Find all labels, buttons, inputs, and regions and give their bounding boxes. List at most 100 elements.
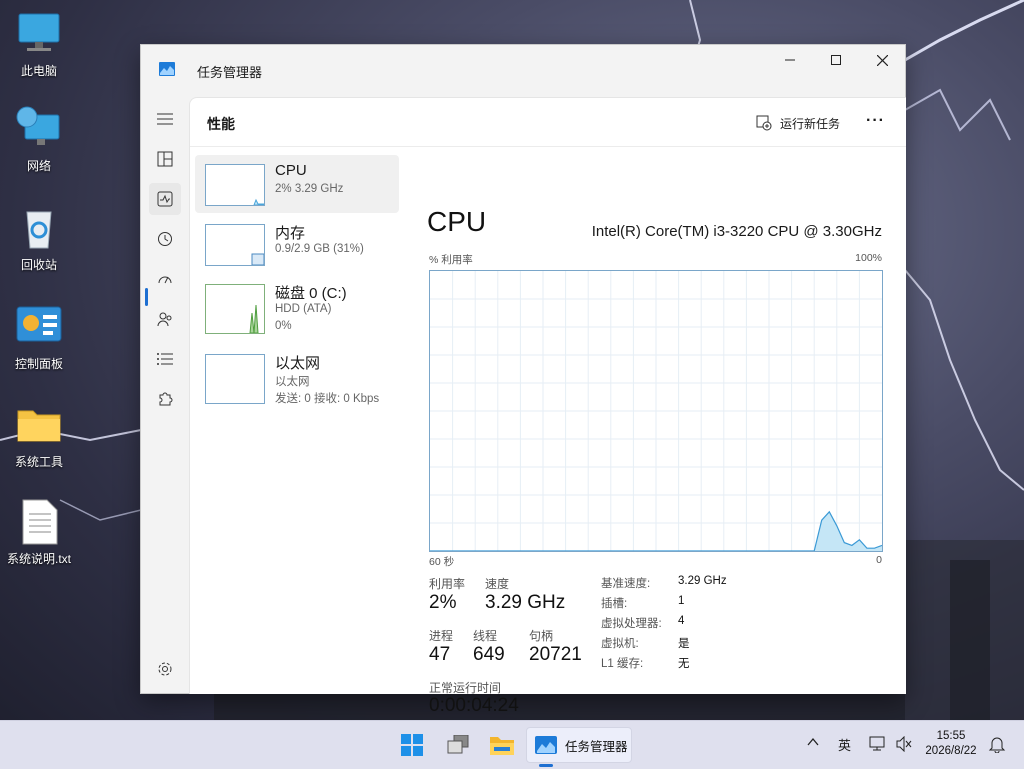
nav-processes[interactable] (149, 143, 181, 175)
desktop-icon-label: 系统工具 (14, 455, 63, 469)
l1-cache-key: L1 缓存: (601, 658, 644, 670)
x-axis-right-label: 0 (876, 554, 882, 566)
base-speed-value: 3.29 GHz (678, 575, 727, 587)
perf-item-name: 以太网 (275, 355, 321, 372)
desktop-icon-control-panel[interactable]: 控制面板 (0, 303, 78, 372)
nav-rail (141, 93, 189, 693)
taskbar: 任务管理器 英 15:55 2026/8/22 (0, 720, 1024, 769)
perf-item-name: 磁盘 0 (C:) (275, 285, 347, 302)
desktop-icon-network[interactable]: 网络 (0, 105, 78, 174)
active-app-indicator (539, 764, 553, 767)
x-axis-left-label: 60 秒 (429, 556, 455, 568)
start-button[interactable] (394, 727, 430, 763)
nav-app-history[interactable] (149, 223, 181, 255)
perf-item-cpu[interactable]: CPU 2% 3.29 GHz (195, 155, 399, 213)
perf-item-disk[interactable]: 磁盘 0 (C:) HDD (ATA) 0% (195, 275, 399, 334)
desktop-icon-label: 控制面板 (14, 357, 63, 371)
more-options-button[interactable]: ··· (866, 112, 885, 130)
taskbar-task-manager-button[interactable]: 任务管理器 (526, 727, 632, 763)
uptime-label: 正常运行时间 (429, 681, 502, 695)
nav-details[interactable] (149, 343, 181, 375)
task-manager-window: 任务管理器 性能 运行新任务 ··· CPU 2% 3.29 GHz 内存 0.… (141, 45, 906, 716)
perf-item-name: 内存 (275, 225, 306, 242)
uptime-value: 0:00:04:24 (429, 695, 519, 716)
clock[interactable]: 15:55 2026/8/22 (920, 729, 982, 759)
show-hidden-icons-button[interactable] (806, 735, 820, 752)
windows-logo-icon (401, 734, 423, 756)
perf-item-name: CPU (275, 162, 307, 179)
network-status-button[interactable] (869, 736, 887, 755)
cpu-utilization-chart (429, 270, 883, 552)
nav-users[interactable] (149, 303, 181, 335)
volume-muted-icon (896, 735, 912, 753)
minimize-button[interactable] (767, 45, 813, 75)
processes-icon (157, 151, 173, 167)
task-manager-logo-icon (159, 62, 175, 76)
page-title: 性能 (207, 116, 235, 132)
gear-icon (158, 662, 172, 676)
hamburger-menu-button[interactable] (149, 103, 181, 135)
perf-item-detail: 0.9/2.9 GB (31%) (275, 243, 364, 255)
network-icon (869, 736, 885, 751)
threads-label: 线程 (473, 629, 498, 643)
nav-performance[interactable] (149, 183, 181, 215)
maximize-button[interactable] (813, 45, 859, 75)
speed-label: 速度 (485, 577, 510, 591)
detail-title: CPU (427, 206, 487, 237)
taskbar-app-label: 任务管理器 (565, 739, 628, 754)
desktop-icon-system-tools[interactable]: 系统工具 (0, 401, 78, 470)
perf-item-memory[interactable]: 内存 0.9/2.9 GB (31%) (195, 215, 399, 273)
volume-button[interactable] (895, 735, 913, 755)
processes-value: 47 (429, 644, 451, 665)
services-puzzle-icon (159, 392, 173, 406)
task-view-button[interactable] (440, 727, 476, 763)
performance-icon (157, 191, 173, 207)
maximize-icon (831, 55, 841, 65)
handles-value: 20721 (529, 644, 582, 665)
run-task-icon (756, 115, 772, 131)
details-list-icon (157, 353, 173, 365)
desktop-icon-label: 回收站 (20, 258, 57, 272)
perf-item-detail-2: 0% (275, 320, 292, 332)
y-max-label: 100% (855, 252, 882, 264)
cpu-thumbnail (205, 164, 265, 206)
nav-startup-apps[interactable] (149, 263, 181, 295)
notification-bell-icon (988, 737, 1006, 754)
users-icon (157, 312, 172, 327)
virtual-processors-key: 虚拟处理器: (601, 618, 662, 630)
clock-date: 2026/8/22 (925, 745, 977, 757)
task-view-icon (447, 735, 469, 754)
cpu-model: Intel(R) Core(TM) i3-3220 CPU @ 3.30GHz (591, 223, 882, 240)
speed-value: 3.29 GHz (485, 592, 566, 613)
input-method-indicator[interactable]: 英 (838, 735, 851, 754)
desktop-icon-label: 网络 (26, 159, 51, 173)
virtual-processors-value: 4 (678, 615, 685, 627)
clock-time: 15:55 (936, 730, 966, 742)
network-icon (15, 105, 63, 153)
perf-item-detail: 以太网 (275, 376, 310, 388)
close-button[interactable] (859, 45, 905, 75)
title-bar[interactable]: 任务管理器 (141, 45, 905, 93)
threads-value: 649 (473, 644, 505, 665)
active-nav-indicator (145, 288, 148, 306)
recycle-bin-icon (15, 204, 63, 252)
base-speed-key: 基准速度: (601, 578, 651, 590)
nav-settings[interactable] (149, 653, 181, 685)
run-new-task-button[interactable]: 运行新任务 (756, 112, 840, 134)
utilization-value: 2% (429, 592, 457, 613)
perf-item-detail: 2% 3.29 GHz (275, 183, 344, 195)
virtual-machine-key: 虚拟机: (601, 638, 639, 650)
performance-page: 性能 运行新任务 ··· CPU 2% 3.29 GHz 内存 0.9/2.9 … (189, 97, 906, 716)
folder-icon (15, 401, 63, 449)
perf-item-ethernet[interactable]: 以太网 以太网 发送: 0 接收: 0 Kbps (195, 345, 399, 405)
desktop-icon-readme[interactable]: 系统说明.txt (0, 498, 78, 567)
desktop-icon-this-pc[interactable]: 此电脑 (0, 10, 78, 79)
nav-services[interactable] (149, 383, 181, 415)
desktop-icon-recycle-bin[interactable]: 回收站 (0, 204, 78, 273)
file-explorer-button[interactable] (484, 727, 520, 763)
cpu-chart-svg (430, 271, 883, 552)
folder-icon (490, 737, 514, 755)
notifications-button[interactable] (988, 735, 1006, 756)
utilization-label: 利用率 (429, 577, 466, 591)
computer-icon (15, 10, 63, 58)
